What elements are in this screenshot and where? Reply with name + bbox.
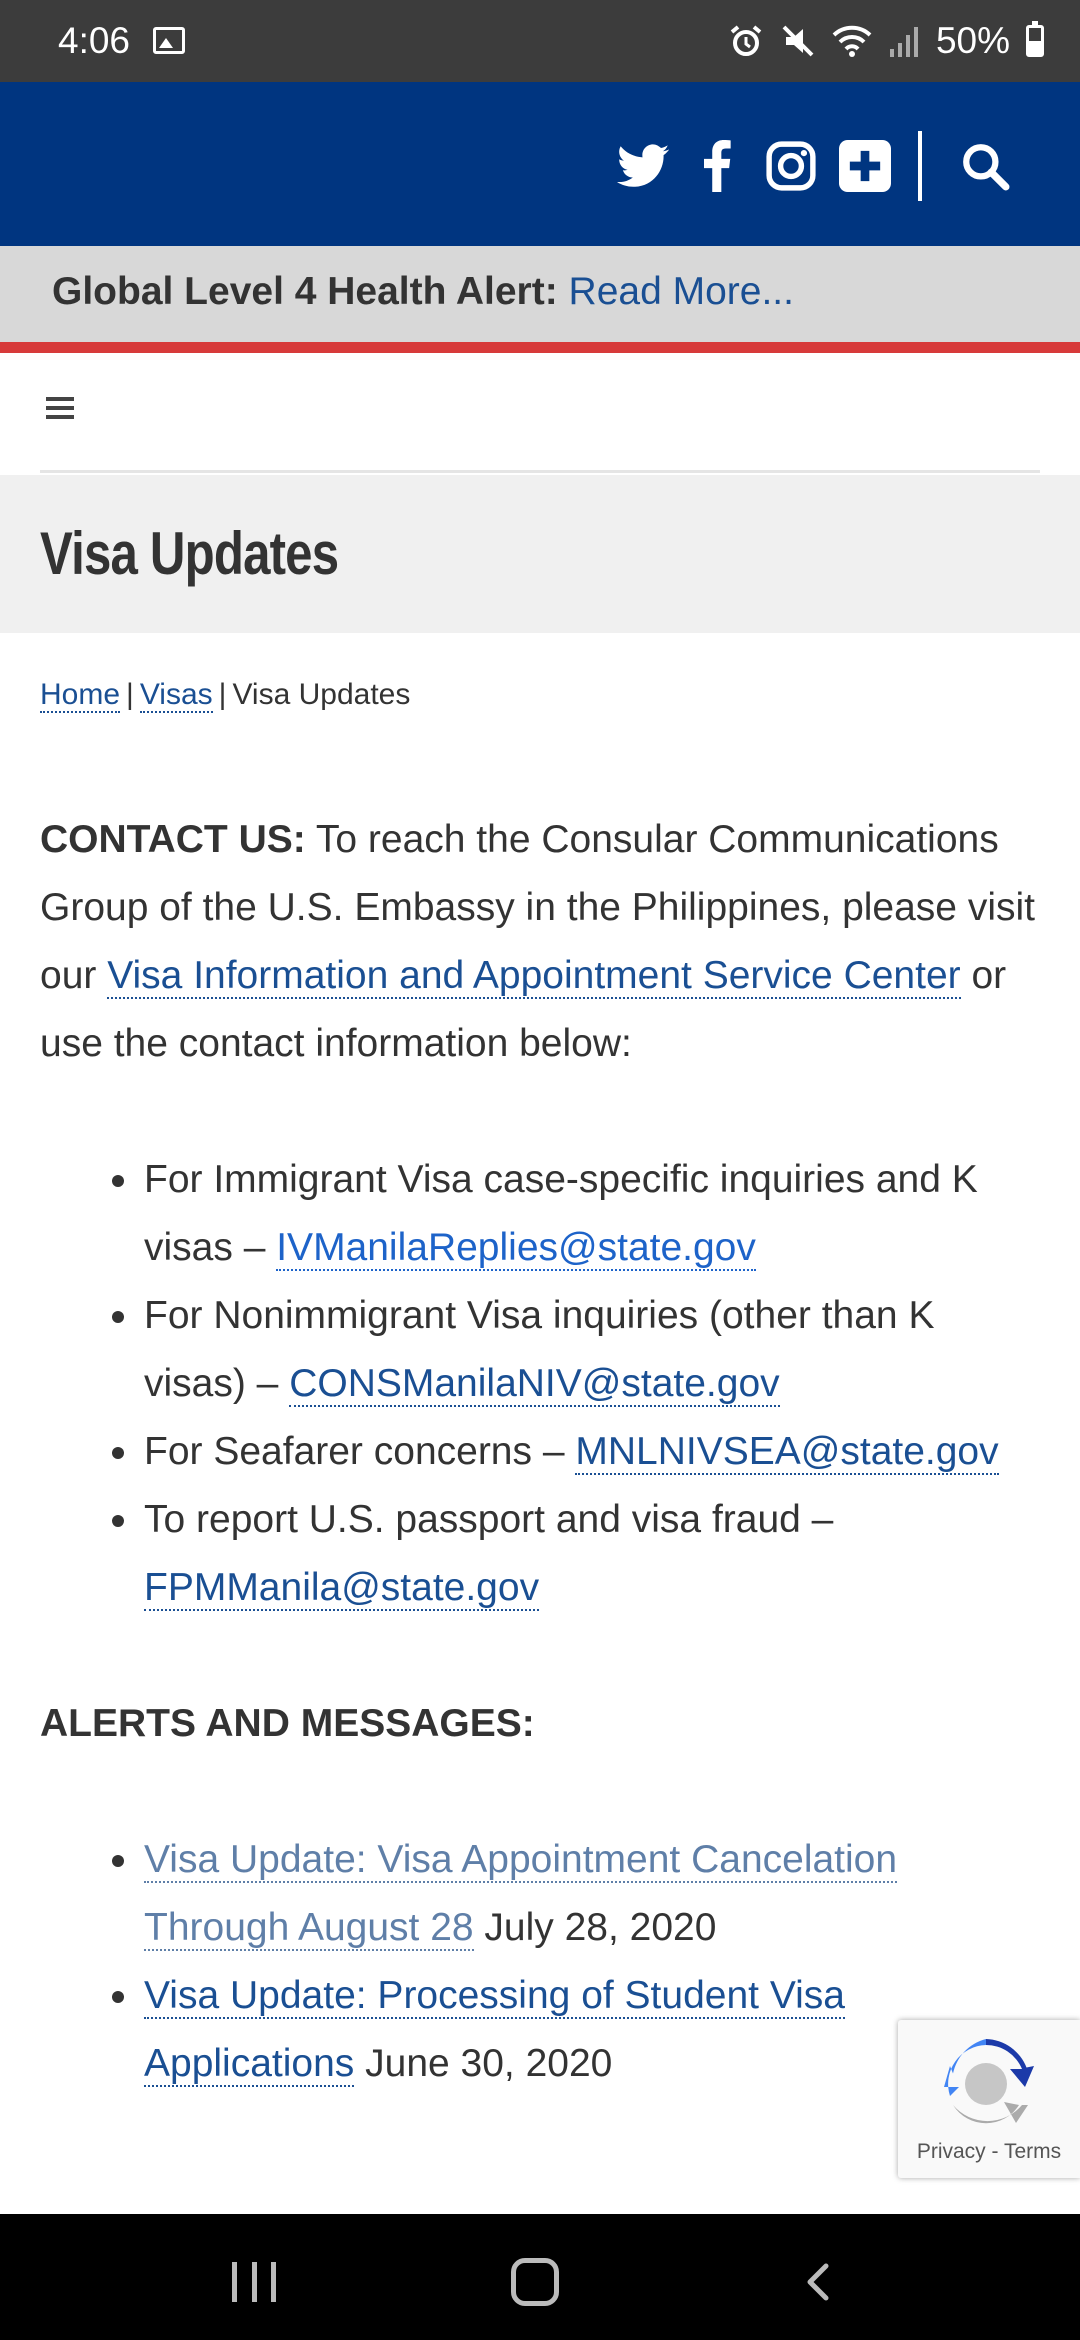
title-band: Visa Updates	[0, 475, 1080, 633]
alarm-icon	[730, 25, 762, 56]
recaptcha-terms-link[interactable]: Terms	[1004, 2140, 1061, 2163]
battery-icon	[1026, 21, 1044, 57]
alert-label: Global Level 4 Health Alert:	[52, 270, 558, 313]
twitter-icon[interactable]	[614, 137, 672, 195]
mute-icon	[782, 25, 814, 57]
breadcrumb-home-link[interactable]: Home	[40, 678, 121, 713]
fpm-manila-email-link[interactable]: FPMManila@state.gov	[144, 1566, 540, 1611]
header-divider	[918, 131, 922, 201]
signal-icon	[889, 27, 918, 57]
recent-apps-icon[interactable]	[232, 2262, 276, 2302]
alert-date: July 28, 2020	[484, 1906, 717, 1949]
recaptcha-links: Privacy - Terms	[898, 2140, 1080, 2164]
alert-stripe	[0, 342, 1080, 353]
contact-heading: CONTACT US:	[40, 818, 306, 861]
health-alert-bar: Global Level 4 Health Alert: Read More..…	[0, 246, 1080, 342]
contact-item-text: For Seafarer concerns –	[144, 1430, 576, 1473]
cons-manila-niv-email-link[interactable]: CONSManilaNIV@state.gov	[289, 1362, 780, 1407]
plus-icon[interactable]	[836, 137, 894, 195]
instagram-icon[interactable]	[762, 137, 820, 195]
search-icon[interactable]	[956, 137, 1014, 195]
menu-divider	[40, 470, 1040, 473]
menu-area	[0, 353, 1080, 473]
wifi-icon	[832, 25, 872, 57]
recaptcha-badge[interactable]: Privacy - Terms	[898, 2020, 1080, 2178]
status-icons: 50%	[728, 18, 1044, 64]
breadcrumb-separator: |	[126, 678, 134, 711]
alerts-heading: ALERTS AND MESSAGES:	[40, 1702, 535, 1745]
contact-paragraph: CONTACT US: To reach the Consular Commun…	[40, 806, 1040, 1078]
recaptcha-separator: -	[991, 2140, 999, 2163]
list-item: For Immigrant Visa case-specific inquiri…	[112, 1146, 1040, 1282]
breadcrumb-visas-link[interactable]: Visas	[139, 678, 213, 713]
contact-list: For Immigrant Visa case-specific inquiri…	[40, 1146, 1040, 1622]
alert-read-more-link[interactable]: Read More...	[569, 270, 794, 313]
battery-percent: 50%	[935, 20, 1010, 61]
contact-item-text: To report U.S. passport and visa fraud –	[144, 1498, 834, 1541]
breadcrumb-separator: |	[218, 678, 227, 711]
list-item: Visa Update: Visa Appointment Cancelatio…	[112, 1826, 1040, 1962]
hamburger-menu-icon[interactable]	[46, 397, 74, 419]
system-nav-bar	[0, 2214, 1080, 2340]
facebook-icon[interactable]	[688, 137, 746, 195]
status-time: 4:06	[58, 20, 131, 61]
back-icon[interactable]	[800, 2262, 840, 2302]
site-header	[0, 82, 1080, 246]
main-content: CONTACT US: To reach the Consular Commun…	[40, 806, 1040, 2166]
page-title: Visa Updates	[40, 520, 339, 587]
alerts-list: Visa Update: Visa Appointment Cancelatio…	[40, 1826, 1040, 2098]
mnl-niv-sea-email-link[interactable]: MNLNIVSEA@state.gov	[575, 1430, 999, 1475]
image-icon	[153, 27, 185, 54]
social-links	[598, 131, 1014, 201]
breadcrumb: Home | Visas | Visa Updates	[40, 678, 411, 713]
breadcrumb-current: Visa Updates	[232, 678, 411, 711]
recaptcha-icon	[944, 2039, 1034, 2124]
list-item: To report U.S. passport and visa fraud –…	[112, 1486, 1040, 1622]
list-item: For Nonimmigrant Visa inquiries (other t…	[112, 1282, 1040, 1418]
recaptcha-privacy-link[interactable]: Privacy	[917, 2140, 986, 2163]
iv-manila-email-link[interactable]: IVManilaReplies@state.gov	[276, 1226, 756, 1271]
visa-info-center-link[interactable]: Visa Information and Appointment Service…	[107, 954, 961, 999]
alert-date: June 30, 2020	[365, 2042, 613, 2085]
status-bar: 4:06 50%	[0, 0, 1080, 82]
home-button-icon[interactable]	[511, 2258, 559, 2306]
list-item: For Seafarer concerns – MNLNIVSEA@state.…	[112, 1418, 1040, 1486]
